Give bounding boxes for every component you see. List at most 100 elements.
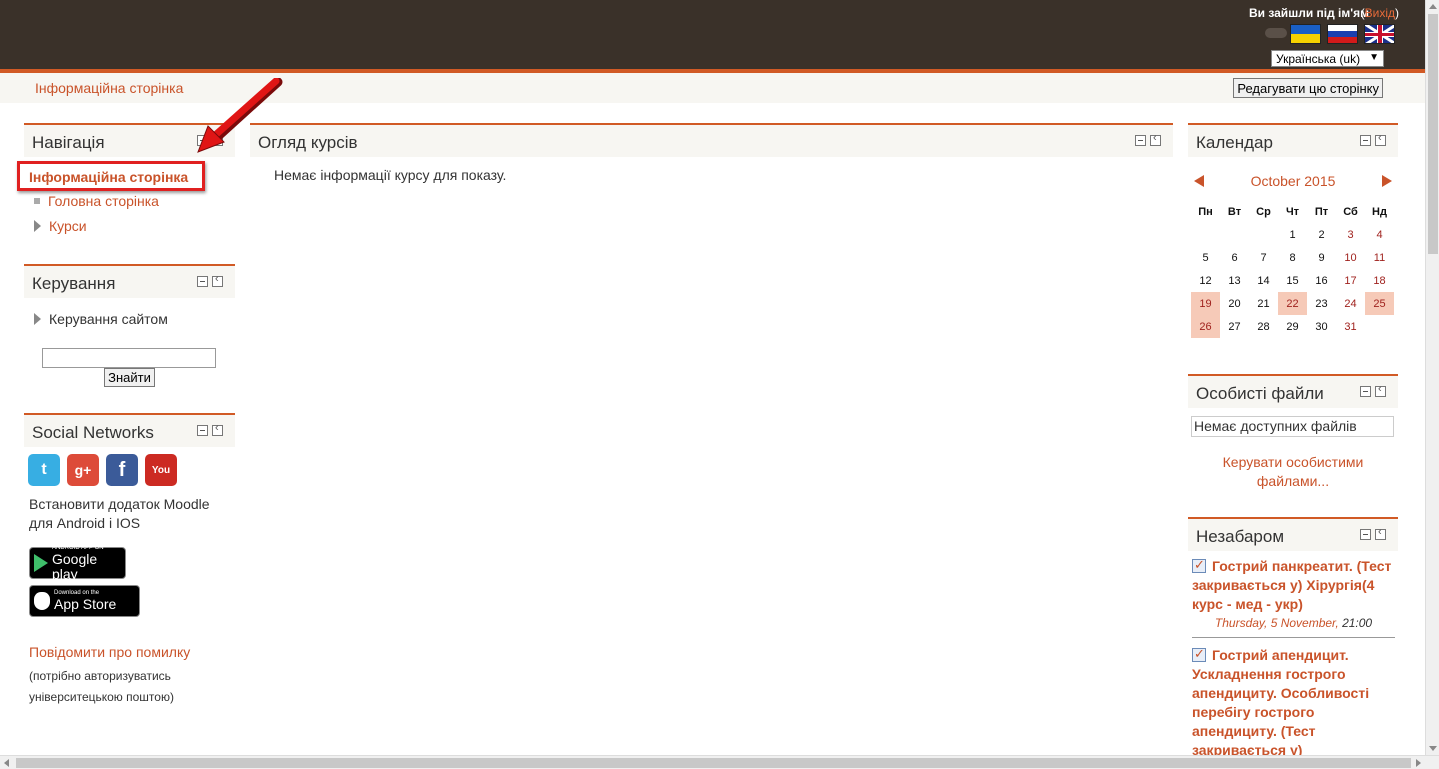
calendar-weekday: Ср xyxy=(1256,205,1271,218)
calendar-nav: October 2015 xyxy=(1188,173,1398,193)
calendar-day[interactable]: 17 xyxy=(1336,269,1365,292)
calendar-day[interactable]: 2 xyxy=(1307,223,1336,246)
calendar-day[interactable]: 23 xyxy=(1307,292,1336,315)
minimize-icon[interactable] xyxy=(1360,386,1371,397)
scroll-right-icon[interactable] xyxy=(1416,759,1421,767)
admin-search-input[interactable] xyxy=(42,348,216,368)
calendar-day[interactable]: 14 xyxy=(1249,269,1278,292)
calendar-day[interactable]: 26 xyxy=(1191,315,1220,338)
admin-item-site[interactable]: Керування сайтом xyxy=(34,311,168,327)
calendar-day[interactable]: 8 xyxy=(1278,246,1307,269)
calendar-day[interactable]: 10 xyxy=(1336,246,1365,269)
horizontal-scrollbar[interactable] xyxy=(0,755,1439,769)
next-month-icon[interactable] xyxy=(1382,175,1392,187)
calendar-day[interactable]: 19 xyxy=(1191,292,1220,315)
dock-icon[interactable] xyxy=(1375,132,1386,146)
dock-icon[interactable] xyxy=(1375,383,1386,397)
calendar-day[interactable]: 31 xyxy=(1336,315,1365,338)
logout-link[interactable]: Вихід xyxy=(1365,6,1395,20)
block-header: Незабаром xyxy=(1188,517,1398,551)
search-button[interactable]: Знайти xyxy=(104,368,155,387)
scroll-left-icon[interactable] xyxy=(4,759,9,767)
calendar-day[interactable]: 1 xyxy=(1278,223,1307,246)
facebook-icon[interactable]: f xyxy=(106,454,138,486)
calendar-day[interactable]: 18 xyxy=(1365,269,1394,292)
vertical-scrollbar[interactable] xyxy=(1425,0,1439,755)
calendar-day[interactable]: 29 xyxy=(1278,315,1307,338)
dock-icon[interactable] xyxy=(212,422,223,436)
minimize-icon[interactable] xyxy=(1360,529,1371,540)
twitter-icon[interactable]: t xyxy=(28,454,60,486)
calendar-weekday: Вт xyxy=(1227,205,1242,218)
site-header: Ви зайшли під ім'ям (Вихід) Українська (… xyxy=(0,0,1425,69)
courses-empty-text: Немає інформації курсу для показу. xyxy=(274,167,507,183)
nav-item-home[interactable]: Головна сторінка xyxy=(34,193,159,209)
google-plus-icon[interactable]: g+ xyxy=(67,454,99,486)
calendar-day[interactable]: 9 xyxy=(1307,246,1336,269)
calendar-empty-cell xyxy=(1249,223,1278,246)
uk-flag-icon[interactable] xyxy=(1364,24,1395,44)
calendar-day[interactable]: 20 xyxy=(1220,292,1249,315)
calendar-weekday: Пн xyxy=(1198,205,1213,218)
calendar-day[interactable]: 3 xyxy=(1336,223,1365,246)
event-date: Thursday, 5 November, 21:00 xyxy=(1214,616,1373,630)
horizontal-scroll-thumb[interactable] xyxy=(16,758,1411,768)
minimize-icon[interactable] xyxy=(1360,135,1371,146)
google-play-button[interactable]: ANDROID APP ON Google play xyxy=(29,545,126,581)
calendar-day[interactable]: 7 xyxy=(1249,246,1278,269)
calendar-day[interactable]: 4 xyxy=(1365,223,1394,246)
scroll-up-icon[interactable] xyxy=(1429,4,1437,9)
dock-icon[interactable] xyxy=(1375,526,1386,540)
event-item: Гострий панкреатит. (Тест закривається у… xyxy=(1192,555,1395,633)
block-title: Навігація xyxy=(32,133,105,152)
vertical-scroll-thumb[interactable] xyxy=(1428,14,1438,254)
calendar-empty-cell xyxy=(1365,315,1394,338)
calendar-day[interactable]: 5 xyxy=(1191,246,1220,269)
calendar-block: Календар October 2015 ПнВтСрЧтПтСбНд1234… xyxy=(1188,123,1398,345)
minimize-icon[interactable] xyxy=(197,276,208,287)
block-title: Social Networks xyxy=(32,423,154,442)
calendar-day[interactable]: 11 xyxy=(1365,246,1394,269)
youtube-icon[interactable]: You xyxy=(145,454,177,486)
previous-month-icon[interactable] xyxy=(1194,175,1204,187)
scroll-down-icon[interactable] xyxy=(1429,746,1437,751)
calendar-day[interactable]: 16 xyxy=(1307,269,1336,292)
event-title-row[interactable]: Гострий панкреатит. (Тест закривається у… xyxy=(1192,555,1395,614)
block-controls xyxy=(197,422,223,436)
dock-icon[interactable] xyxy=(1150,132,1161,146)
logout-wrap: (Вихід) xyxy=(1360,6,1399,20)
calendar-day[interactable]: 27 xyxy=(1220,315,1249,338)
calendar-day[interactable]: 6 xyxy=(1220,246,1249,269)
calendar-day[interactable]: 24 xyxy=(1336,292,1365,315)
calendar-day[interactable]: 22 xyxy=(1278,292,1307,315)
block-title: Особисті файли xyxy=(1196,384,1324,403)
block-title: Календар xyxy=(1196,133,1273,152)
language-select[interactable]: Українська (uk) ▼ xyxy=(1271,50,1384,67)
files-empty-text: Немає доступних файлів xyxy=(1191,416,1394,437)
calendar-day[interactable]: 15 xyxy=(1278,269,1307,292)
minimize-icon[interactable] xyxy=(1135,135,1146,146)
calendar-day[interactable]: 28 xyxy=(1249,315,1278,338)
manage-files-link[interactable]: Керувати особистими файлами... xyxy=(1188,453,1398,491)
app-store-button[interactable]: Download on the App Store xyxy=(29,585,140,617)
ukraine-flag-icon[interactable] xyxy=(1290,24,1321,44)
calendar-month[interactable]: October 2015 xyxy=(1188,173,1398,189)
calendar-day[interactable]: 13 xyxy=(1220,269,1249,292)
calendar-day[interactable]: 21 xyxy=(1249,292,1278,315)
nav-item-info-page[interactable]: Інформаційна сторінка xyxy=(17,161,205,191)
quiz-icon xyxy=(1192,555,1206,574)
edit-page-button[interactable]: Редагувати цю сторінку xyxy=(1233,78,1383,98)
dock-icon[interactable] xyxy=(212,273,223,287)
report-error-link[interactable]: Повідомити про помилку xyxy=(29,644,190,660)
calendar-day[interactable]: 12 xyxy=(1191,269,1220,292)
minimize-icon[interactable] xyxy=(197,425,208,436)
cloud-icon xyxy=(1265,28,1287,38)
expand-arrow-icon xyxy=(34,220,41,232)
language-flags xyxy=(1290,24,1395,44)
breadcrumb[interactable]: Інформаційна сторінка xyxy=(35,80,183,96)
russia-flag-icon[interactable] xyxy=(1327,24,1358,44)
calendar-day[interactable]: 30 xyxy=(1307,315,1336,338)
event-title-row[interactable]: Гострий апендицит. Ускладнення гострого … xyxy=(1192,644,1395,757)
calendar-day[interactable]: 25 xyxy=(1365,292,1394,315)
nav-item-courses[interactable]: Курси xyxy=(34,218,87,234)
